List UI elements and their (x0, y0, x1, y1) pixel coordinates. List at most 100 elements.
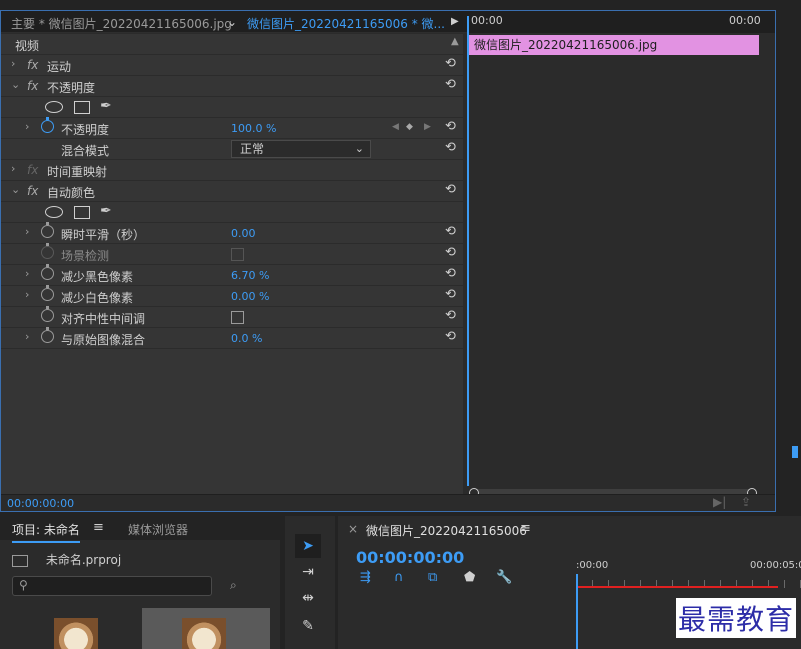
chevron-right-icon[interactable]: › (25, 120, 29, 133)
project-search-input[interactable]: ⚲ (12, 576, 212, 596)
tab-media-browser[interactable]: 媒体浏览器 (128, 521, 188, 538)
close-icon[interactable]: × (348, 522, 358, 536)
reset-icon[interactable]: ⟲ (445, 329, 456, 344)
rectangle-mask-icon[interactable] (74, 101, 90, 114)
tab-master-clip[interactable]: 主要 * 微信图片_20220421165006.jpg (11, 15, 232, 32)
property-label-snap-neutral: 对齐中性中间调 (61, 312, 146, 326)
chevron-right-icon[interactable]: › (25, 225, 29, 238)
reduce-black-value[interactable]: 6.70 % (231, 269, 269, 282)
tab-sequence-clip[interactable]: 微信图片_20220421165006 * 微... (247, 15, 445, 32)
property-row-instant-smooth[interactable]: › 瞬时平滑（秒） 0.00 ⟲ (1, 222, 463, 244)
timeline-ruler[interactable]: :00:00 00:00:05:0 (576, 556, 801, 588)
add-marker-icon[interactable]: ⬟ (464, 570, 475, 585)
timeline-timecode[interactable]: 00:00:00:00 (356, 548, 464, 567)
reset-icon[interactable]: ⟲ (445, 266, 456, 281)
reset-icon[interactable]: ⟲ (445, 308, 456, 323)
program-monitor-edge (792, 446, 798, 458)
fx-icon[interactable]: fx (27, 163, 38, 177)
opacity-value[interactable]: 100.0 % (231, 122, 276, 135)
clip-bar[interactable]: 微信图片_20220421165006.jpg (469, 35, 759, 55)
snap-icon[interactable]: ∩ (394, 570, 404, 585)
track-select-tool-icon[interactable]: ⇥ (295, 560, 321, 584)
play-arrow-icon[interactable]: ▶ (451, 16, 459, 27)
reset-icon[interactable]: ⟲ (445, 77, 456, 92)
previous-keyframe-icon[interactable]: ◀ (392, 122, 399, 132)
stopwatch-icon[interactable] (41, 264, 54, 280)
rectangle-mask-icon[interactable] (74, 206, 90, 219)
stopwatch-icon[interactable] (41, 222, 54, 238)
blend-original-value[interactable]: 0.0 % (231, 332, 262, 345)
reduce-white-value[interactable]: 0.00 % (231, 290, 269, 303)
reset-icon[interactable]: ⟲ (445, 245, 456, 260)
fx-icon[interactable]: fx (27, 184, 38, 198)
export-icon[interactable]: ⇪ (741, 495, 751, 509)
property-row-blend-mode[interactable]: 混合模式 正常 ⌄ ⟲ (1, 139, 463, 160)
property-row-blend-original[interactable]: › 与原始图像混合 0.0 % ⟲ (1, 327, 463, 349)
stopwatch-icon[interactable] (41, 327, 54, 343)
fx-icon[interactable]: fx (27, 58, 38, 72)
add-keyframe-icon[interactable]: ◆ (406, 122, 413, 132)
effect-row-time-remap[interactable]: › fx 时间重映射 (1, 160, 463, 181)
effect-row-motion[interactable]: › fx 运动 ⟲ (1, 55, 463, 76)
linked-selection-icon[interactable]: ⧉ (428, 570, 437, 585)
playhead[interactable] (467, 16, 469, 486)
reset-icon[interactable]: ⟲ (445, 182, 456, 197)
fx-icon[interactable]: fx (27, 79, 38, 93)
new-search-bin-icon[interactable]: ⌕ (230, 578, 237, 593)
effect-row-auto-color[interactable]: ⌄ fx 自动颜色 ⟲ (1, 181, 463, 202)
collapse-up-icon[interactable]: ▲ (451, 36, 459, 47)
property-row-scene-detect[interactable]: 场景检测 ⟲ (1, 243, 463, 265)
nest-icon[interactable]: ⇶ (360, 570, 371, 585)
property-label-reduce-white: 减少白色像素 (61, 291, 134, 305)
stopwatch-icon[interactable] (41, 117, 54, 133)
reset-icon[interactable]: ⟲ (445, 224, 456, 239)
stopwatch-icon[interactable] (41, 306, 54, 322)
work-area-bar[interactable] (578, 586, 778, 588)
project-tabbar: 项目: 未命名 ≡ 媒体浏览器 (0, 516, 280, 543)
chevron-right-icon[interactable]: › (11, 162, 15, 175)
chevron-down-icon[interactable]: ⌄ (11, 78, 20, 91)
wrench-icon[interactable]: 🔧 (496, 570, 512, 585)
effect-row-opacity[interactable]: ⌄ fx 不透明度 ⟲ (1, 76, 463, 97)
project-item-thumbnail[interactable] (142, 608, 270, 649)
razor-tool-icon[interactable]: ✎ (295, 614, 321, 638)
property-row-reduce-black[interactable]: › 减少黑色像素 6.70 % ⟲ (1, 264, 463, 286)
chevron-right-icon[interactable]: › (25, 330, 29, 343)
blend-mode-dropdown[interactable]: 正常 ⌄ (231, 140, 371, 158)
stopwatch-icon[interactable] (41, 285, 54, 301)
timeline-playhead[interactable] (576, 574, 578, 649)
effect-label-opacity: 不透明度 (47, 81, 96, 95)
chevron-right-icon[interactable]: › (25, 288, 29, 301)
reset-icon[interactable]: ⟲ (445, 56, 456, 71)
property-row-opacity[interactable]: › 不透明度 100.0 % ◀ ◆ ▶ ⟲ (1, 117, 463, 139)
project-file-name: 未命名.prproj (45, 553, 122, 567)
ellipse-mask-icon[interactable] (45, 101, 63, 113)
tools-panel: ➤ ⇥ ⇹ ✎ (285, 516, 335, 649)
chevron-down-icon[interactable]: ⌄ (11, 183, 20, 196)
reset-icon[interactable]: ⟲ (445, 140, 456, 155)
menu-icon[interactable]: ≡ (93, 520, 104, 535)
effect-timeline-ruler[interactable]: 00:00 00:00 (467, 11, 775, 33)
property-row-snap-neutral[interactable]: 对齐中性中间调 ⟲ (1, 306, 463, 328)
menu-icon[interactable]: ≡ (520, 521, 531, 536)
chevron-right-icon[interactable]: › (11, 57, 15, 70)
tab-project[interactable]: 项目: 未命名 (12, 521, 80, 543)
pen-mask-icon[interactable]: ✒ (100, 98, 112, 114)
chevron-right-icon[interactable]: › (25, 267, 29, 280)
play-only-audio-icon[interactable]: ▶| (713, 495, 726, 509)
property-row-reduce-white[interactable]: › 减少白色像素 0.00 % ⟲ (1, 285, 463, 307)
chevron-down-icon[interactable]: ⌄ (227, 15, 237, 29)
ellipse-mask-icon[interactable] (45, 206, 63, 218)
reset-icon[interactable]: ⟲ (445, 287, 456, 302)
project-item-thumbnail[interactable] (12, 608, 140, 649)
next-keyframe-icon[interactable]: ▶ (424, 122, 431, 132)
tab-timeline-sequence[interactable]: 微信图片_20220421165006 (366, 522, 527, 539)
instant-smooth-value[interactable]: 0.00 (231, 227, 256, 240)
pen-mask-icon[interactable]: ✒ (100, 203, 112, 219)
snap-neutral-checkbox[interactable] (231, 311, 244, 324)
selection-tool-icon[interactable]: ➤ (295, 534, 321, 558)
reset-icon[interactable]: ⟲ (445, 119, 456, 134)
ripple-edit-tool-icon[interactable]: ⇹ (295, 586, 321, 610)
scene-detect-checkbox[interactable] (231, 248, 244, 261)
status-timecode[interactable]: 00:00:00:00 (7, 497, 74, 510)
